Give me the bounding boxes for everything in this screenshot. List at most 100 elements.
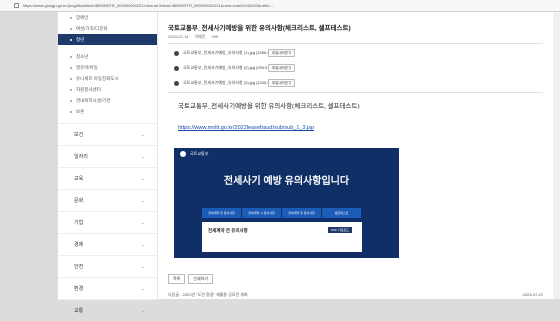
sidebar-subitem-label: 장애인 bbox=[76, 14, 89, 20]
sidebar-item-label: 안전 bbox=[74, 264, 84, 270]
next-post[interactable]: 다음글 - 2023년 "도민 환경" 재활용 공모전 개최 2023-07-2… bbox=[168, 292, 543, 298]
banner-card: 전세계약 전 유의사항 PDF 다운로드 bbox=[202, 222, 362, 252]
sidebar-subitem-label: 관내복지시설/기관 bbox=[76, 97, 111, 103]
banner-headline: 전세사기 예방 유의사항입니다 bbox=[223, 176, 350, 187]
file-icon bbox=[174, 80, 179, 86]
sidebar-item-label: 환경 bbox=[74, 286, 84, 292]
banner-card-button: PDF 다운로드 bbox=[328, 227, 352, 233]
banner-org: 국토교통부 bbox=[190, 151, 209, 156]
bullet-icon bbox=[70, 27, 72, 30]
chevron-down-icon[interactable]: ⌄ bbox=[141, 242, 145, 248]
download-button[interactable]: 파일내려받기 bbox=[268, 49, 296, 57]
sidebar-item[interactable]: 환경 ⌄ bbox=[58, 277, 157, 299]
post-author: 이예진 bbox=[194, 34, 206, 39]
chevron-down-icon[interactable]: ⌄ bbox=[141, 176, 145, 182]
sidebar: 장애인여성/가족/다문화청년청소년영유아/아동유니세프 아동친화도시자원봉사센터… bbox=[58, 12, 158, 314]
chevron-down-icon[interactable]: ⌄ bbox=[141, 264, 145, 270]
download-button[interactable]: 파일내려받기 bbox=[268, 79, 296, 87]
bullet-icon bbox=[70, 55, 72, 58]
sidebar-subitem[interactable]: 관내복지시설/기관 bbox=[58, 95, 157, 106]
bullet-icon bbox=[70, 16, 72, 19]
banner-tab: 전세계약 후 유의사항 bbox=[282, 208, 322, 218]
sidebar-subitem[interactable]: 장애인 bbox=[58, 12, 157, 23]
bullet-icon bbox=[70, 99, 72, 102]
sidebar-subitem-label: 청년 bbox=[76, 36, 85, 42]
banner-header: 국토교통부 bbox=[174, 148, 399, 160]
chevron-down-icon[interactable]: ⌄ bbox=[141, 154, 145, 160]
sidebar-item[interactable]: 문화 ⌄ bbox=[58, 189, 157, 211]
divider bbox=[168, 43, 543, 44]
banner-tabs: 전세계약 전 유의사항 전세계약 시 유의사항 전세계약 후 유의사항 셀프테스… bbox=[202, 208, 362, 218]
sidebar-subitem-label: 청소년 bbox=[76, 53, 89, 59]
banner-image: 국토교통부 전세사기 예방 유의사항입니다 전세계약 전 유의사항 전세계약 시… bbox=[174, 148, 399, 258]
sidebar-subitem[interactable]: 청소년 bbox=[58, 51, 157, 62]
sidebar-item[interactable]: 교육 ⌄ bbox=[58, 167, 157, 189]
sidebar-item-label: 교통 bbox=[74, 308, 84, 314]
sidebar-subitem[interactable]: 여성/가족/다문화 bbox=[58, 23, 157, 34]
attachment-name[interactable]: 국토교통부_전세사기예방_유의사항 (2).jpg [939.5 KB] bbox=[183, 65, 275, 71]
sidebar-item-label: 보건 bbox=[74, 132, 84, 138]
next-post-date: 2023-07-21 bbox=[522, 292, 543, 297]
sidebar-item-label: 경제 bbox=[74, 242, 84, 248]
sidebar-item-label: 교육 bbox=[74, 176, 84, 182]
attachment-name[interactable]: 국토교통부_전세사기예방_유의사항 (3).jpg [1335.9 KB] bbox=[183, 80, 277, 86]
sidebar-subitem[interactable]: 보훈 bbox=[58, 106, 157, 117]
sidebar-subitem-label: 유니세프 아동친화도시 bbox=[76, 75, 119, 81]
banner-tab: 전세계약 시 유의사항 bbox=[242, 208, 282, 218]
post-meta: 2023-07-14 이예진 299 bbox=[168, 34, 218, 40]
file-icon bbox=[174, 50, 179, 56]
sidebar-item-label: 일자리 bbox=[74, 154, 88, 160]
sidebar-subitem-label: 보훈 bbox=[76, 108, 85, 114]
post-date: 2023-07-14 bbox=[168, 34, 189, 39]
external-link[interactable]: https://www.molit.go.kr/2022leasefraud/s… bbox=[178, 125, 314, 131]
chevron-down-icon[interactable]: ⌄ bbox=[141, 220, 145, 226]
next-post-title[interactable]: 다음글 - 2023년 "도민 환경" 재활용 공모전 개최 bbox=[168, 292, 248, 298]
bullet-icon bbox=[70, 66, 72, 69]
sidebar-item[interactable]: 기업 ⌄ bbox=[58, 211, 157, 233]
sidebar-item-label: 문화 bbox=[74, 198, 84, 204]
address-bar[interactable]: https://www.gongju.go.kr/prog/bbsArticle… bbox=[0, 0, 560, 12]
sidebar-item[interactable]: 보건 ⌄ bbox=[58, 123, 157, 145]
sidebar-item[interactable]: 경제 ⌄ bbox=[58, 233, 157, 255]
emblem-icon bbox=[180, 151, 186, 157]
scrollbar[interactable] bbox=[553, 12, 560, 299]
sidebar-subitem-label: 자원봉사센터 bbox=[76, 86, 101, 92]
attachment-2[interactable]: 국토교통부_전세사기예방_유의사항 (2).jpg [939.5 KB] 파일내… bbox=[174, 63, 296, 73]
banner-tab: 전세계약 전 유의사항 bbox=[202, 208, 242, 218]
sidebar-subitem[interactable]: 자원봉사센터 bbox=[58, 84, 157, 95]
chevron-down-icon[interactable]: ⌄ bbox=[141, 286, 145, 292]
bullet-icon bbox=[70, 77, 72, 80]
post-content: 국토교통부_전세사기예방을 위한 유의사항(체크리스트, 셀프테스트) 2023… bbox=[168, 12, 558, 299]
banner-card-title: 전세계약 전 유의사항 bbox=[208, 228, 248, 233]
print-button[interactable]: 인쇄하기 bbox=[188, 274, 214, 284]
list-button[interactable]: 목록 bbox=[168, 274, 186, 284]
attachment-name[interactable]: 국토교통부_전세사기예방_유의사항 (1).jpg [1066.9 KB] bbox=[183, 50, 277, 56]
attachment-1[interactable]: 국토교통부_전세사기예방_유의사항 (1).jpg [1066.9 KB] 파일… bbox=[174, 48, 296, 58]
chevron-down-icon[interactable]: ⌄ bbox=[141, 198, 145, 204]
sidebar-subitem-label: 여성/가족/다문화 bbox=[76, 25, 108, 31]
post-body: 국토교통부_전세사기예방을 위한 유의사항(체크리스트, 셀프테스트) bbox=[178, 103, 360, 110]
chevron-down-icon[interactable]: ⌄ bbox=[141, 132, 145, 138]
sidebar-item-label: 기업 bbox=[74, 220, 84, 226]
sidebar-item[interactable]: 교통 ⌄ bbox=[58, 299, 157, 321]
post-actions: 목록 인쇄하기 bbox=[168, 274, 214, 284]
sidebar-subitem-label: 영유아/아동 bbox=[76, 64, 98, 70]
sidebar-subitem[interactable]: 영유아/아동 bbox=[58, 62, 157, 73]
chevron-down-icon[interactable]: ⌄ bbox=[141, 308, 145, 314]
attachment-3[interactable]: 국토교통부_전세사기예방_유의사항 (3).jpg [1335.9 KB] 파일… bbox=[174, 78, 296, 88]
post-title: 국토교통부_전세사기예방을 위한 유의사항(체크리스트, 셀프테스트) bbox=[168, 25, 351, 32]
lock-icon bbox=[14, 3, 19, 8]
bullet-icon bbox=[70, 110, 72, 113]
bullet-icon bbox=[70, 38, 72, 41]
divider bbox=[168, 92, 543, 93]
sidebar-item[interactable]: 일자리 ⌄ bbox=[58, 145, 157, 167]
sidebar-subitem[interactable]: 유니세프 아동친화도시 bbox=[58, 73, 157, 84]
url-text[interactable]: https://www.gongju.go.kr/prog/bbsArticle… bbox=[23, 3, 274, 8]
page: 장애인여성/가족/다문화청년청소년영유아/아동유니세프 아동친화도시자원봉사센터… bbox=[58, 12, 558, 314]
sidebar-subitem[interactable]: 청년 bbox=[58, 34, 157, 45]
bullet-icon bbox=[70, 88, 72, 91]
file-icon bbox=[174, 65, 179, 71]
sidebar-item[interactable]: 안전 ⌄ bbox=[58, 255, 157, 277]
banner-tab: 셀프테스트 bbox=[322, 208, 362, 218]
download-button[interactable]: 파일내려받기 bbox=[268, 64, 296, 72]
